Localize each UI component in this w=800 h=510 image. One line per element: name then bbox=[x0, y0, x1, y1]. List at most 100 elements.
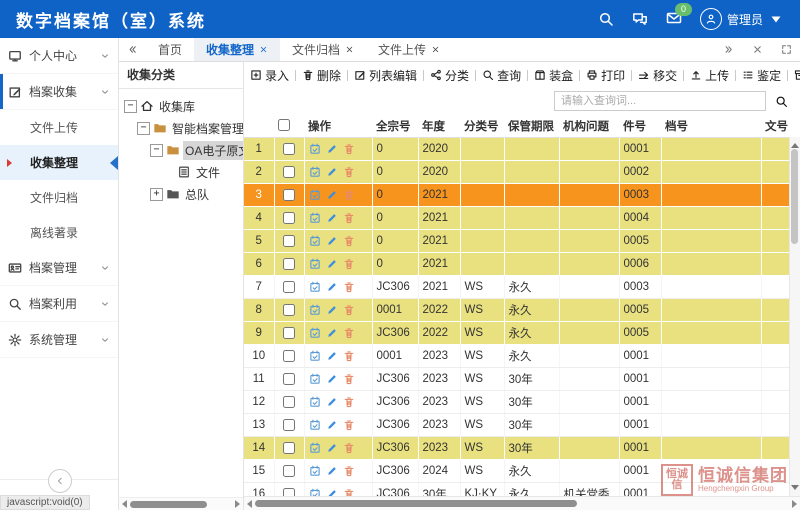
row-checkbox[interactable] bbox=[283, 235, 295, 247]
tab-收集整理[interactable]: 收集整理 bbox=[194, 38, 280, 61]
select-all-header[interactable] bbox=[274, 114, 304, 138]
pencil-icon[interactable] bbox=[326, 396, 338, 408]
trash-icon[interactable] bbox=[343, 235, 355, 247]
calendar-check-icon[interactable] bbox=[309, 373, 321, 385]
trash-icon[interactable] bbox=[343, 442, 355, 454]
pencil-icon[interactable] bbox=[326, 304, 338, 316]
sidebar-collapse-button[interactable] bbox=[48, 469, 72, 493]
trash-icon[interactable] bbox=[343, 304, 355, 316]
sidebar-item-个人中心[interactable]: 个人中心 bbox=[0, 38, 118, 74]
scroll-up-icon[interactable] bbox=[791, 143, 799, 148]
calendar-check-icon[interactable] bbox=[309, 488, 321, 497]
sidebar-item-档案收集[interactable]: 档案收集 bbox=[0, 74, 118, 110]
calendar-check-icon[interactable] bbox=[309, 465, 321, 477]
close-tab-button[interactable] bbox=[744, 44, 771, 55]
trash-icon[interactable] bbox=[343, 465, 355, 477]
calendar-check-icon[interactable] bbox=[309, 212, 321, 224]
sidebar-item-档案利用[interactable]: 档案利用 bbox=[0, 286, 118, 322]
calendar-check-icon[interactable] bbox=[309, 281, 321, 293]
toolbar-button-移交[interactable]: 移交 bbox=[638, 67, 677, 84]
plus-toggle-icon[interactable]: + bbox=[150, 188, 163, 201]
toolbar-button-查询[interactable]: 查询 bbox=[482, 67, 521, 84]
trash-icon[interactable] bbox=[343, 350, 355, 362]
calendar-check-icon[interactable] bbox=[309, 442, 321, 454]
toolbar-button-上传[interactable]: 上传 bbox=[690, 67, 729, 84]
minus-toggle-icon[interactable]: − bbox=[137, 122, 150, 135]
row-checkbox[interactable] bbox=[283, 189, 295, 201]
pencil-icon[interactable] bbox=[326, 419, 338, 431]
vertical-scrollbar[interactable] bbox=[789, 137, 800, 496]
scroll-right-icon[interactable] bbox=[792, 500, 797, 508]
sidebar-item-档案管理[interactable]: 档案管理 bbox=[0, 250, 118, 286]
select-all-checkbox[interactable] bbox=[278, 119, 290, 131]
row-checkbox[interactable] bbox=[283, 442, 295, 454]
trash-icon[interactable] bbox=[343, 396, 355, 408]
tree-node-智能档案管理系统[interactable]: −智能档案管理系统 bbox=[121, 117, 241, 139]
pencil-icon[interactable] bbox=[326, 235, 338, 247]
vscroll-thumb[interactable] bbox=[791, 149, 798, 244]
tab-文件上传[interactable]: 文件上传 bbox=[366, 38, 452, 61]
search-input[interactable] bbox=[554, 91, 766, 111]
sidebar-subitem-离线著录[interactable]: 离线著录 bbox=[0, 215, 118, 250]
calendar-check-icon[interactable] bbox=[309, 189, 321, 201]
toolbar-button-删除[interactable]: 删除 bbox=[302, 67, 341, 84]
maximize-button[interactable] bbox=[773, 44, 800, 55]
tree-node-文件[interactable]: −文件 bbox=[121, 161, 241, 183]
pencil-icon[interactable] bbox=[326, 373, 338, 385]
scroll-down-icon[interactable] bbox=[791, 485, 799, 490]
pencil-icon[interactable] bbox=[326, 143, 338, 155]
toolbar-button-打印[interactable]: 打印 bbox=[586, 67, 625, 84]
tab-文件归档[interactable]: 文件归档 bbox=[280, 38, 366, 61]
scroll-right-icon[interactable] bbox=[235, 500, 240, 508]
calendar-check-icon[interactable] bbox=[309, 396, 321, 408]
sidebar-item-系统管理[interactable]: 系统管理 bbox=[0, 322, 118, 358]
row-checkbox[interactable] bbox=[283, 212, 295, 224]
sidebar-subitem-收集整理[interactable]: 收集整理 bbox=[0, 145, 118, 180]
trash-icon[interactable] bbox=[343, 419, 355, 431]
row-checkbox[interactable] bbox=[283, 281, 295, 293]
tab-首页[interactable]: 首页 bbox=[146, 38, 194, 61]
close-icon[interactable] bbox=[259, 45, 268, 54]
table-hscroll-thumb[interactable] bbox=[255, 500, 577, 507]
trash-icon[interactable] bbox=[343, 189, 355, 201]
row-checkbox[interactable] bbox=[283, 488, 295, 496]
calendar-check-icon[interactable] bbox=[309, 327, 321, 339]
toolbar-button-鉴定[interactable]: 鉴定 bbox=[742, 67, 781, 84]
scroll-left-icon[interactable] bbox=[122, 500, 127, 508]
mail-button[interactable]: 0 bbox=[666, 10, 682, 29]
calendar-check-icon[interactable] bbox=[309, 304, 321, 316]
tree-hscroll-thumb[interactable] bbox=[130, 501, 207, 508]
tree-node-总队[interactable]: +总队 bbox=[121, 183, 241, 205]
trash-icon[interactable] bbox=[343, 212, 355, 224]
trash-icon[interactable] bbox=[343, 373, 355, 385]
sidebar-subitem-文件上传[interactable]: 文件上传 bbox=[0, 110, 118, 145]
trash-icon[interactable] bbox=[343, 166, 355, 178]
row-checkbox[interactable] bbox=[283, 419, 295, 431]
toolbar-button-归档[interactable]: 归档 bbox=[794, 67, 800, 84]
search-icon[interactable] bbox=[598, 11, 614, 27]
tree-horizontal-scrollbar[interactable] bbox=[119, 497, 243, 510]
trash-icon[interactable] bbox=[343, 143, 355, 155]
pencil-icon[interactable] bbox=[326, 189, 338, 201]
search-button[interactable] bbox=[770, 91, 792, 111]
row-checkbox[interactable] bbox=[283, 465, 295, 477]
tabs-scroll-right-button[interactable] bbox=[715, 44, 742, 55]
calendar-check-icon[interactable] bbox=[309, 143, 321, 155]
trash-icon[interactable] bbox=[343, 327, 355, 339]
tree-node-收集库[interactable]: −收集库 bbox=[121, 95, 241, 117]
calendar-check-icon[interactable] bbox=[309, 258, 321, 270]
pencil-icon[interactable] bbox=[326, 442, 338, 454]
minus-toggle-icon[interactable]: − bbox=[124, 100, 137, 113]
toolbar-button-列表编辑[interactable]: 列表编辑 bbox=[354, 67, 417, 84]
toolbar-button-录入[interactable]: 录入 bbox=[250, 67, 289, 84]
row-checkbox[interactable] bbox=[283, 396, 295, 408]
sidebar-subitem-文件归档[interactable]: 文件归档 bbox=[0, 180, 118, 215]
toolbar-button-装盒[interactable]: 装盒 bbox=[534, 67, 573, 84]
table-horizontal-scrollbar[interactable] bbox=[244, 496, 800, 510]
row-checkbox[interactable] bbox=[283, 373, 295, 385]
pencil-icon[interactable] bbox=[326, 212, 338, 224]
calendar-check-icon[interactable] bbox=[309, 350, 321, 362]
row-checkbox[interactable] bbox=[283, 304, 295, 316]
user-menu[interactable]: 管理员 bbox=[700, 8, 784, 30]
trash-icon[interactable] bbox=[343, 488, 355, 497]
